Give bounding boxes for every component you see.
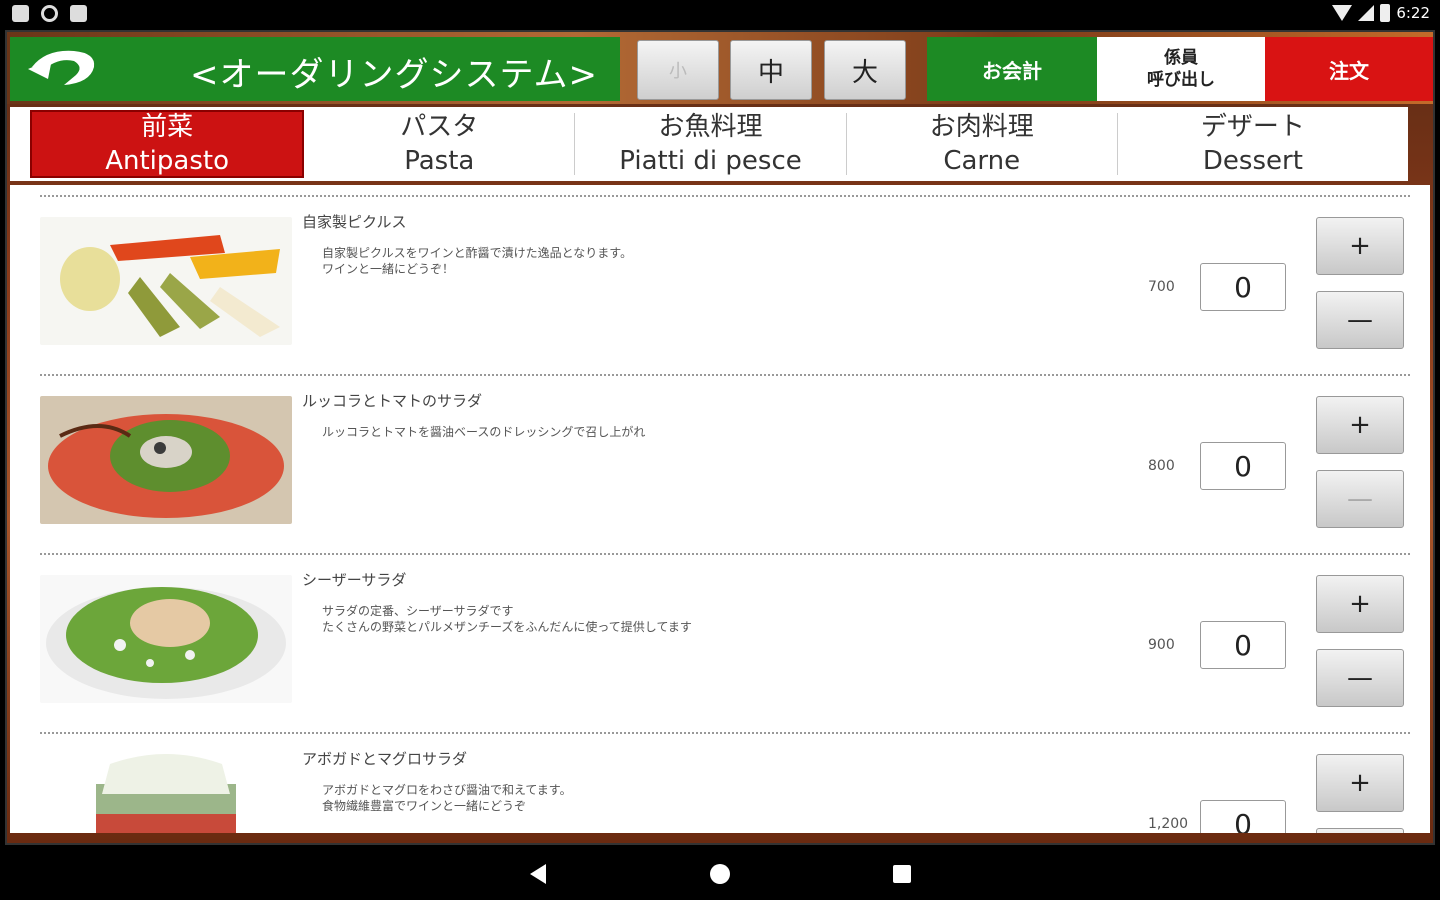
food-image-caesar-salad [40,575,292,703]
decrement-button[interactable]: — [1316,649,1404,707]
recent-apps-icon[interactable] [893,865,911,883]
notification-icons [12,5,87,22]
item-description: サラダの定番、シーザーサラダです たくさんの野菜とパルメザンチーズをふんだんに使… [322,604,692,634]
tab-antipasto[interactable]: 前菜 Antipasto [30,110,305,178]
tab-fish[interactable]: お魚料理 Piatti di pesce [575,112,847,176]
decrement-button[interactable]: — [1316,828,1404,833]
item-name: アボガドとマグロサラダ [302,750,468,768]
tab-meat[interactable]: お肉料理 Carne [847,112,1118,176]
home-icon[interactable] [710,864,730,884]
sd-card-icon [70,5,87,22]
decrement-button[interactable]: — [1316,291,1404,349]
status-bar: 6:22 [0,0,1440,28]
tab-label-jp: 前菜 [141,112,194,142]
item-price: 800 [1148,458,1175,474]
call-staff-button[interactable]: 係員 呼び出し [1097,37,1265,101]
menu-list[interactable]: 自家製ピクルス 自家製ピクルスをワインと酢醤で漬けた逸品となります。 ワインと一… [10,185,1430,833]
tab-label-jp: パスタ [400,112,479,142]
category-tabs: 前菜 Antipasto パスタ Pasta お魚料理 Piatti di pe… [10,107,1408,181]
tab-label-en: Dessert [1202,146,1303,176]
notification-icon [12,5,29,22]
item-price: 1,200 [1148,816,1189,832]
item-description: アボガドとマグロをわさび醤油で和えてます。 食物繊維豊富でワインと一緒にどうぞ [322,783,572,813]
food-image-pickles [40,217,292,345]
title-bar: <オーダリングシステム> [10,37,620,101]
battery-icon [1380,4,1391,22]
tab-label-jp: お魚料理 [658,112,763,142]
menu-item: ルッコラとトマトのサラダ ルッコラとトマトを醤油ベースのドレッシングで召し上がれ… [40,374,1410,544]
size-medium-button[interactable]: 中 [730,40,812,100]
food-image-avocado-tuna [40,754,292,833]
item-name: ルッコラとトマトのサラダ [302,392,483,410]
system-status: 6:22 [1332,4,1430,22]
signal-icon [1358,5,1375,21]
size-small-button[interactable]: 小 [637,40,719,100]
tab-label-en: Pasta [404,146,475,176]
tab-label-jp: お肉料理 [929,112,1034,142]
item-description: 自家製ピクルスをワインと酢醤で漬けた逸品となります。 ワインと一緒にどうぞ！ [322,246,633,276]
back-icon[interactable] [530,864,546,884]
bill-button[interactable]: お会計 [927,37,1097,101]
quantity-field[interactable]: 0 [1200,263,1286,311]
menu-item: アボガドとマグロサラダ アボガドとマグロをわさび醤油で和えてます。 食物繊維豊富… [40,732,1410,833]
app-window: <オーダリングシステム> 小 中 大 お会計 係員 呼び出し 注文 前菜 Ant… [5,30,1435,845]
clock: 6:22 [1396,4,1430,22]
item-price: 900 [1148,637,1175,653]
call-staff-line1: 係員 [1164,48,1198,68]
app-logo-icon[interactable] [24,45,104,93]
order-button[interactable]: 注文 [1265,37,1433,101]
increment-button[interactable]: + [1316,575,1404,633]
decrement-button[interactable]: — [1316,470,1404,528]
call-staff-line2: 呼び出し [1147,70,1215,90]
item-name: 自家製ピクルス [302,213,407,231]
wifi-icon [1332,5,1353,21]
increment-button[interactable]: + [1316,217,1404,275]
quantity-field[interactable]: 0 [1200,621,1286,669]
header: <オーダリングシステム> 小 中 大 お会計 係員 呼び出し 注文 [7,32,1433,104]
sync-icon [41,5,58,22]
tab-label-en: Piatti di pesce [619,146,802,176]
tab-label-jp: デザート [1200,112,1305,142]
size-large-button[interactable]: 大 [824,40,906,100]
navigation-bar [0,846,1440,900]
item-price: 700 [1148,279,1175,295]
item-name: シーザーサラダ [302,571,407,589]
tab-pasta[interactable]: パスタ Pasta [304,112,576,176]
device-screen: 6:22 <オーダリングシステム> 小 中 大 お会計 係員 呼び出し 注文 前… [0,0,1440,900]
tab-label-en: Carne [943,146,1021,176]
tab-label-en: Antipasto [105,146,229,176]
item-description: ルッコラとトマトを醤油ベースのドレッシングで召し上がれ [322,425,646,439]
quantity-field[interactable]: 0 [1200,800,1286,833]
increment-button[interactable]: + [1316,754,1404,812]
menu-item: シーザーサラダ サラダの定番、シーザーサラダです たくさんの野菜とパルメザンチー… [40,553,1410,723]
tab-dessert[interactable]: デザート Dessert [1118,112,1388,176]
food-image-arugula-tomato [40,396,292,524]
quantity-field[interactable]: 0 [1200,442,1286,490]
menu-item: 自家製ピクルス 自家製ピクルスをワインと酢醤で漬けた逸品となります。 ワインと一… [40,195,1410,365]
increment-button[interactable]: + [1316,396,1404,454]
app-title: <オーダリングシステム> [190,55,598,95]
